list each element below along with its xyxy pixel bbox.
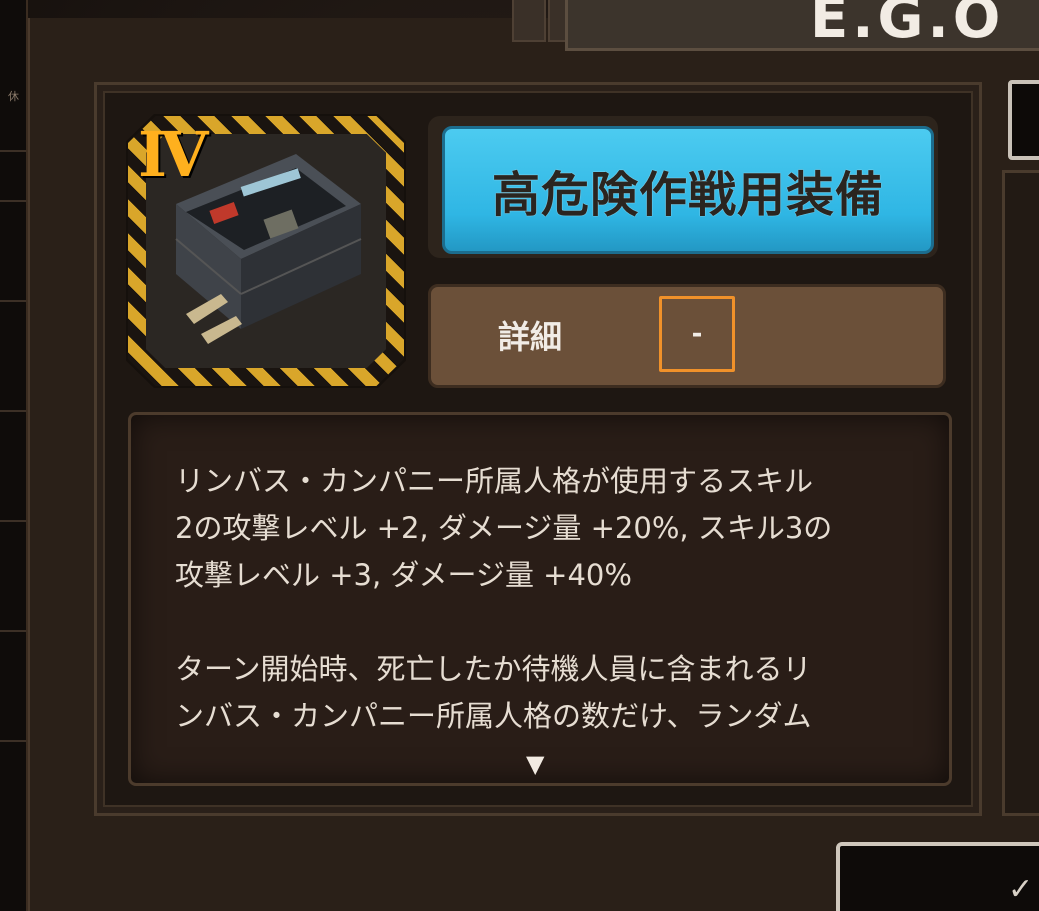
detail-label: 詳細 [498, 318, 563, 356]
scroll-down-arrow-icon[interactable]: ▼ [526, 750, 544, 778]
description-text: リンバス・カンパニー所属人格が使用するスキル 2の攻撃レベル +2, ダメージ量… [175, 464, 833, 733]
item-name: 高危険作戦用装備 [491, 167, 884, 223]
divider [0, 740, 26, 742]
divider [0, 520, 26, 522]
divider [0, 200, 26, 202]
divider [0, 410, 26, 412]
item-name-banner: 高危険作戦用装備 [442, 126, 934, 254]
detail-value-box[interactable]: - [659, 296, 735, 372]
rank-badge: Ⅳ [138, 118, 209, 191]
divider [0, 630, 26, 632]
right-side-panel [1002, 170, 1039, 816]
egoinfo-screen: 休 E.G.O Ⅳ 高危険作戦用装備 詳細 - リンバス・カンパニー所属人格が使… [0, 0, 1039, 911]
top-bracket [512, 0, 546, 42]
page-title: E.G.O [810, 0, 1005, 51]
left-side-panel: 休 [0, 0, 28, 911]
left-side-label: 休 [8, 90, 19, 103]
divider [0, 150, 26, 152]
detail-value: - [691, 319, 703, 349]
chevron-down-icon[interactable]: ✓ [1008, 872, 1033, 907]
side-button[interactable] [1008, 80, 1039, 160]
divider [0, 300, 26, 302]
